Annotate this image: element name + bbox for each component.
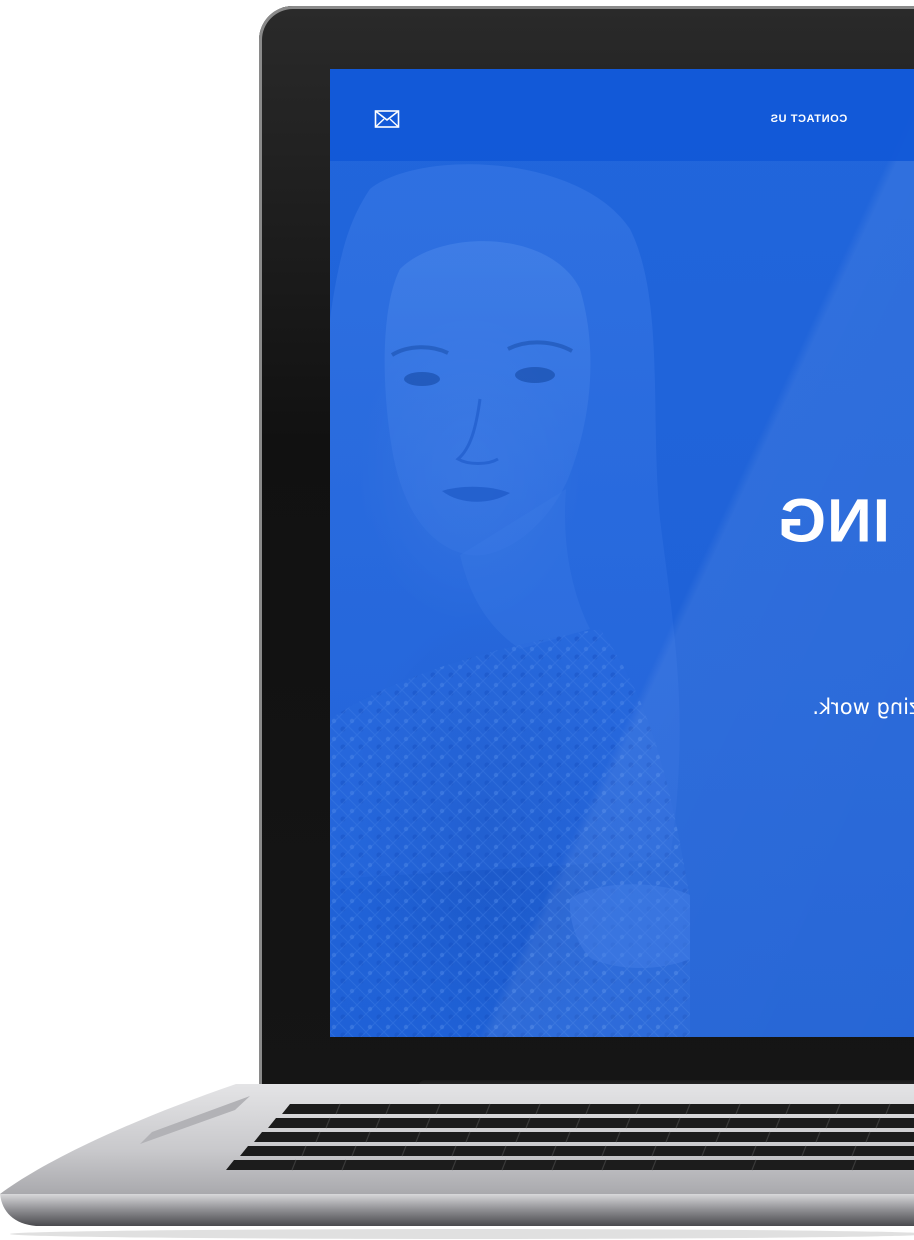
- laptop-mockup-stage: CONTACT US ING zing work.: [0, 0, 914, 1240]
- contact-us-link[interactable]: CONTACT US: [770, 109, 914, 129]
- hero-subtitle: zing work.: [812, 695, 914, 719]
- laptop-screen: CONTACT US ING zing work.: [330, 69, 914, 1037]
- laptop-base: [0, 1084, 914, 1239]
- site-header: CONTACT US: [330, 69, 914, 161]
- hero-photo-overlay: [330, 164, 690, 1037]
- envelope-icon[interactable]: [374, 109, 400, 129]
- hero-heading: ING: [776, 487, 890, 556]
